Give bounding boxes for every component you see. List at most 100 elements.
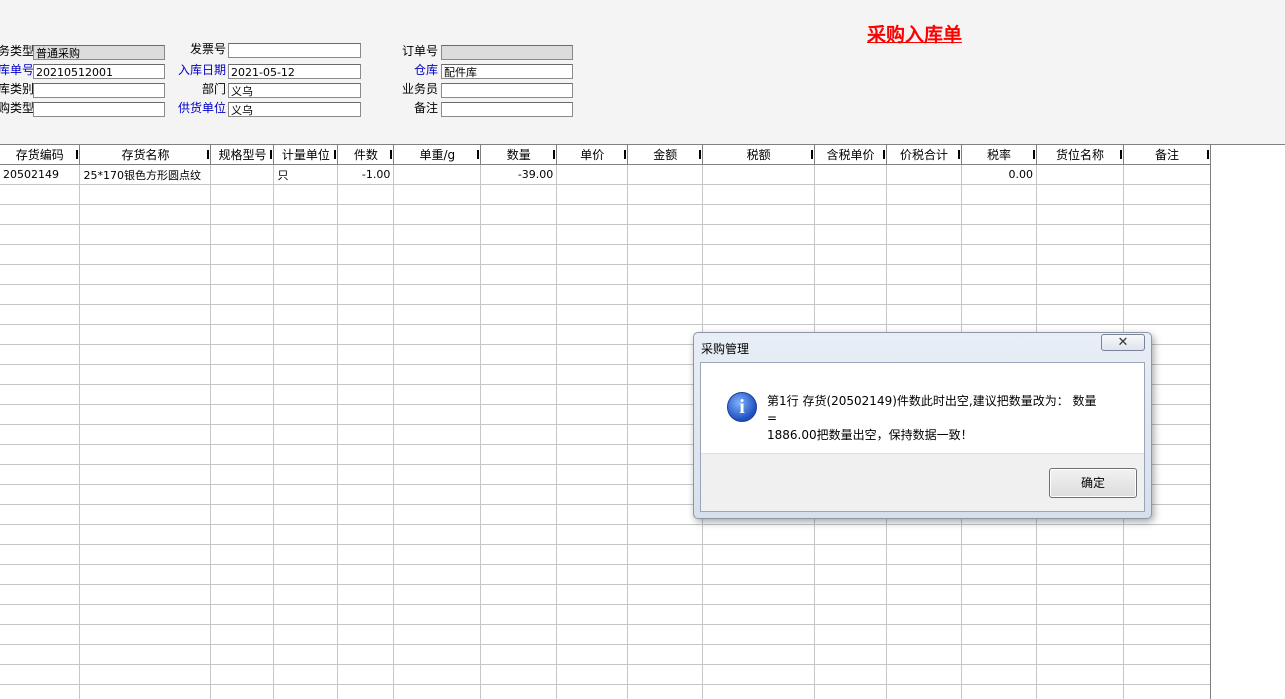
table-cell[interactable]	[1122, 284, 1211, 305]
table-cell[interactable]	[393, 604, 482, 625]
table-cell[interactable]	[79, 604, 212, 625]
table-cell[interactable]	[0, 624, 81, 645]
table-cell[interactable]	[210, 224, 275, 245]
table-cell[interactable]	[0, 564, 81, 585]
column-resize-handle[interactable]	[1207, 150, 1209, 159]
table-cell[interactable]	[556, 204, 629, 225]
table-cell[interactable]	[1122, 664, 1211, 685]
table-cell[interactable]	[702, 564, 816, 585]
ok-button[interactable]: 确定	[1049, 468, 1137, 498]
table-cell[interactable]	[337, 424, 395, 445]
table-cell[interactable]	[886, 544, 963, 565]
table-cell[interactable]	[337, 284, 395, 305]
table-cell[interactable]	[79, 324, 212, 345]
table-cell[interactable]	[814, 244, 888, 265]
table-cell[interactable]	[273, 564, 339, 585]
table-cell[interactable]	[0, 644, 81, 665]
table-cell[interactable]	[79, 444, 212, 465]
table-cell[interactable]	[210, 504, 275, 525]
table-cell[interactable]	[556, 164, 629, 185]
table-cell[interactable]	[79, 284, 212, 305]
table-cell[interactable]	[393, 204, 482, 225]
table-cell[interactable]	[961, 664, 1037, 685]
table-cell[interactable]	[210, 584, 275, 605]
table-row[interactable]	[0, 244, 1211, 265]
table-cell[interactable]	[556, 384, 629, 405]
table-cell[interactable]	[210, 244, 275, 265]
column-resize-handle[interactable]	[883, 150, 886, 159]
table-cell[interactable]	[702, 664, 816, 685]
table-cell[interactable]	[886, 244, 963, 265]
table-cell[interactable]	[337, 564, 395, 585]
table-cell[interactable]	[0, 504, 81, 525]
table-cell[interactable]	[0, 304, 81, 325]
table-cell[interactable]	[627, 424, 704, 445]
table-cell[interactable]	[273, 524, 339, 545]
table-row[interactable]	[0, 524, 1211, 545]
table-cell[interactable]	[556, 224, 629, 245]
table-cell[interactable]	[273, 664, 339, 685]
table-cell[interactable]	[627, 344, 704, 365]
table-cell[interactable]	[0, 404, 81, 425]
table-cell[interactable]: 只	[273, 164, 339, 185]
table-cell[interactable]	[393, 664, 482, 685]
table-cell[interactable]	[1122, 524, 1211, 545]
table-cell[interactable]	[1035, 564, 1124, 585]
table-cell[interactable]	[79, 184, 212, 205]
table-cell[interactable]	[273, 424, 339, 445]
table-cell[interactable]	[627, 244, 704, 265]
table-cell[interactable]	[814, 164, 888, 185]
table-cell[interactable]	[556, 424, 629, 445]
table-cell[interactable]	[0, 284, 81, 305]
table-cell[interactable]	[480, 404, 558, 425]
table-cell[interactable]	[337, 624, 395, 645]
table-cell[interactable]	[273, 484, 339, 505]
table-cell[interactable]	[814, 604, 888, 625]
table-cell[interactable]	[0, 244, 81, 265]
table-cell[interactable]	[337, 204, 395, 225]
table-cell[interactable]	[480, 664, 558, 685]
table-cell[interactable]	[480, 384, 558, 405]
table-cell[interactable]	[480, 504, 558, 525]
table-cell[interactable]	[702, 524, 816, 545]
table-cell[interactable]	[337, 604, 395, 625]
table-cell[interactable]	[480, 204, 558, 225]
table-cell[interactable]	[480, 684, 558, 699]
table-cell[interactable]	[79, 304, 212, 325]
table-cell[interactable]	[556, 584, 629, 605]
column-header[interactable]: 税率	[961, 145, 1037, 165]
table-cell[interactable]	[627, 324, 704, 345]
table-cell[interactable]	[702, 304, 816, 325]
column-resize-handle[interactable]	[624, 150, 627, 159]
table-cell[interactable]	[273, 224, 339, 245]
table-row[interactable]	[0, 544, 1211, 565]
table-cell[interactable]	[337, 364, 395, 385]
table-cell[interactable]	[480, 304, 558, 325]
table-cell[interactable]	[79, 424, 212, 445]
table-cell[interactable]	[556, 364, 629, 385]
table-cell[interactable]	[627, 604, 704, 625]
table-cell[interactable]	[393, 644, 482, 665]
table-cell[interactable]	[556, 664, 629, 685]
table-cell[interactable]	[393, 624, 482, 645]
table-cell[interactable]	[814, 624, 888, 645]
table-cell[interactable]	[210, 644, 275, 665]
table-cell[interactable]	[1035, 244, 1124, 265]
column-resize-handle[interactable]	[76, 150, 79, 159]
table-cell[interactable]	[1122, 304, 1211, 325]
table-cell[interactable]	[273, 284, 339, 305]
column-header[interactable]: 存货编码	[0, 145, 81, 165]
column-header[interactable]: 件数	[337, 145, 395, 165]
table-cell[interactable]	[79, 344, 212, 365]
table-cell[interactable]	[210, 524, 275, 545]
table-cell[interactable]	[1035, 584, 1124, 605]
table-cell[interactable]: 0.00	[961, 164, 1037, 185]
table-cell[interactable]	[556, 304, 629, 325]
table-cell[interactable]	[886, 664, 963, 685]
table-cell[interactable]	[0, 684, 81, 699]
table-cell[interactable]	[273, 544, 339, 565]
table-cell[interactable]	[480, 244, 558, 265]
table-cell[interactable]	[886, 284, 963, 305]
table-cell[interactable]	[210, 404, 275, 425]
table-cell[interactable]	[556, 344, 629, 365]
